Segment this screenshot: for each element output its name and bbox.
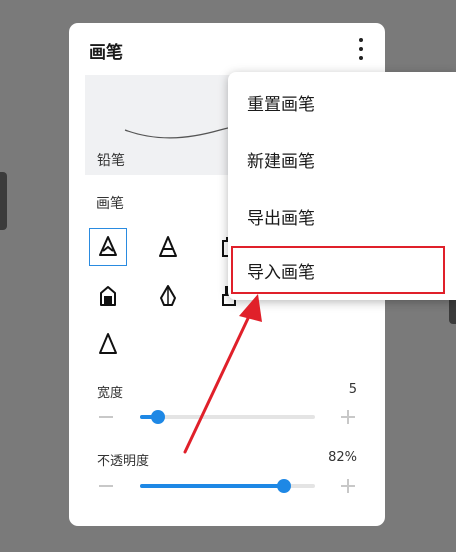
opacity-decrease-button[interactable] <box>99 485 113 487</box>
opacity-increase-button[interactable] <box>341 479 355 493</box>
cone-brush-icon <box>159 236 177 257</box>
highlight-box <box>231 246 445 294</box>
brush-cone[interactable] <box>149 228 187 266</box>
opacity-label: 不透明度 <box>97 454 150 469</box>
menu-item-new-brush[interactable]: 新建画笔 <box>228 131 456 187</box>
menu-item-label: 新建画笔 <box>247 151 315 172</box>
brush-pencil[interactable] <box>89 228 127 266</box>
opacity-slider-thumb[interactable] <box>276 479 291 493</box>
triangle-brush-icon <box>99 333 117 354</box>
brush-nib[interactable] <box>149 277 187 315</box>
width-slider-thumb[interactable] <box>150 410 165 424</box>
width-label: 宽度 <box>97 386 124 401</box>
preview-brush-name: 铅笔 <box>97 153 125 169</box>
menu-item-label: 重置画笔 <box>247 94 315 115</box>
overflow-menu: 重置画笔 新建画笔 导出画笔 导入画笔 <box>228 72 456 300</box>
nib-brush-icon <box>160 285 176 306</box>
menu-item-reset-brush[interactable]: 重置画笔 <box>228 74 456 130</box>
width-slider[interactable] <box>140 410 315 424</box>
brush-section-label: 画笔 <box>96 196 124 212</box>
brush-house[interactable] <box>89 277 127 315</box>
menu-item-export-brush[interactable]: 导出画笔 <box>228 188 456 244</box>
opacity-slider-fill <box>140 484 284 488</box>
pencil-brush-icon <box>99 236 117 256</box>
opacity-value: 82% <box>328 450 357 465</box>
opacity-slider[interactable] <box>140 479 315 493</box>
brush-triangle[interactable] <box>89 325 127 363</box>
left-edge-handle <box>0 172 7 230</box>
width-increase-button[interactable] <box>341 410 355 424</box>
width-decrease-button[interactable] <box>99 416 113 418</box>
panel-title: 画笔 <box>89 43 123 63</box>
menu-item-label: 导出画笔 <box>247 208 315 229</box>
width-value: 5 <box>348 382 357 397</box>
more-vertical-icon[interactable] <box>353 38 369 60</box>
house-brush-icon <box>100 286 116 306</box>
